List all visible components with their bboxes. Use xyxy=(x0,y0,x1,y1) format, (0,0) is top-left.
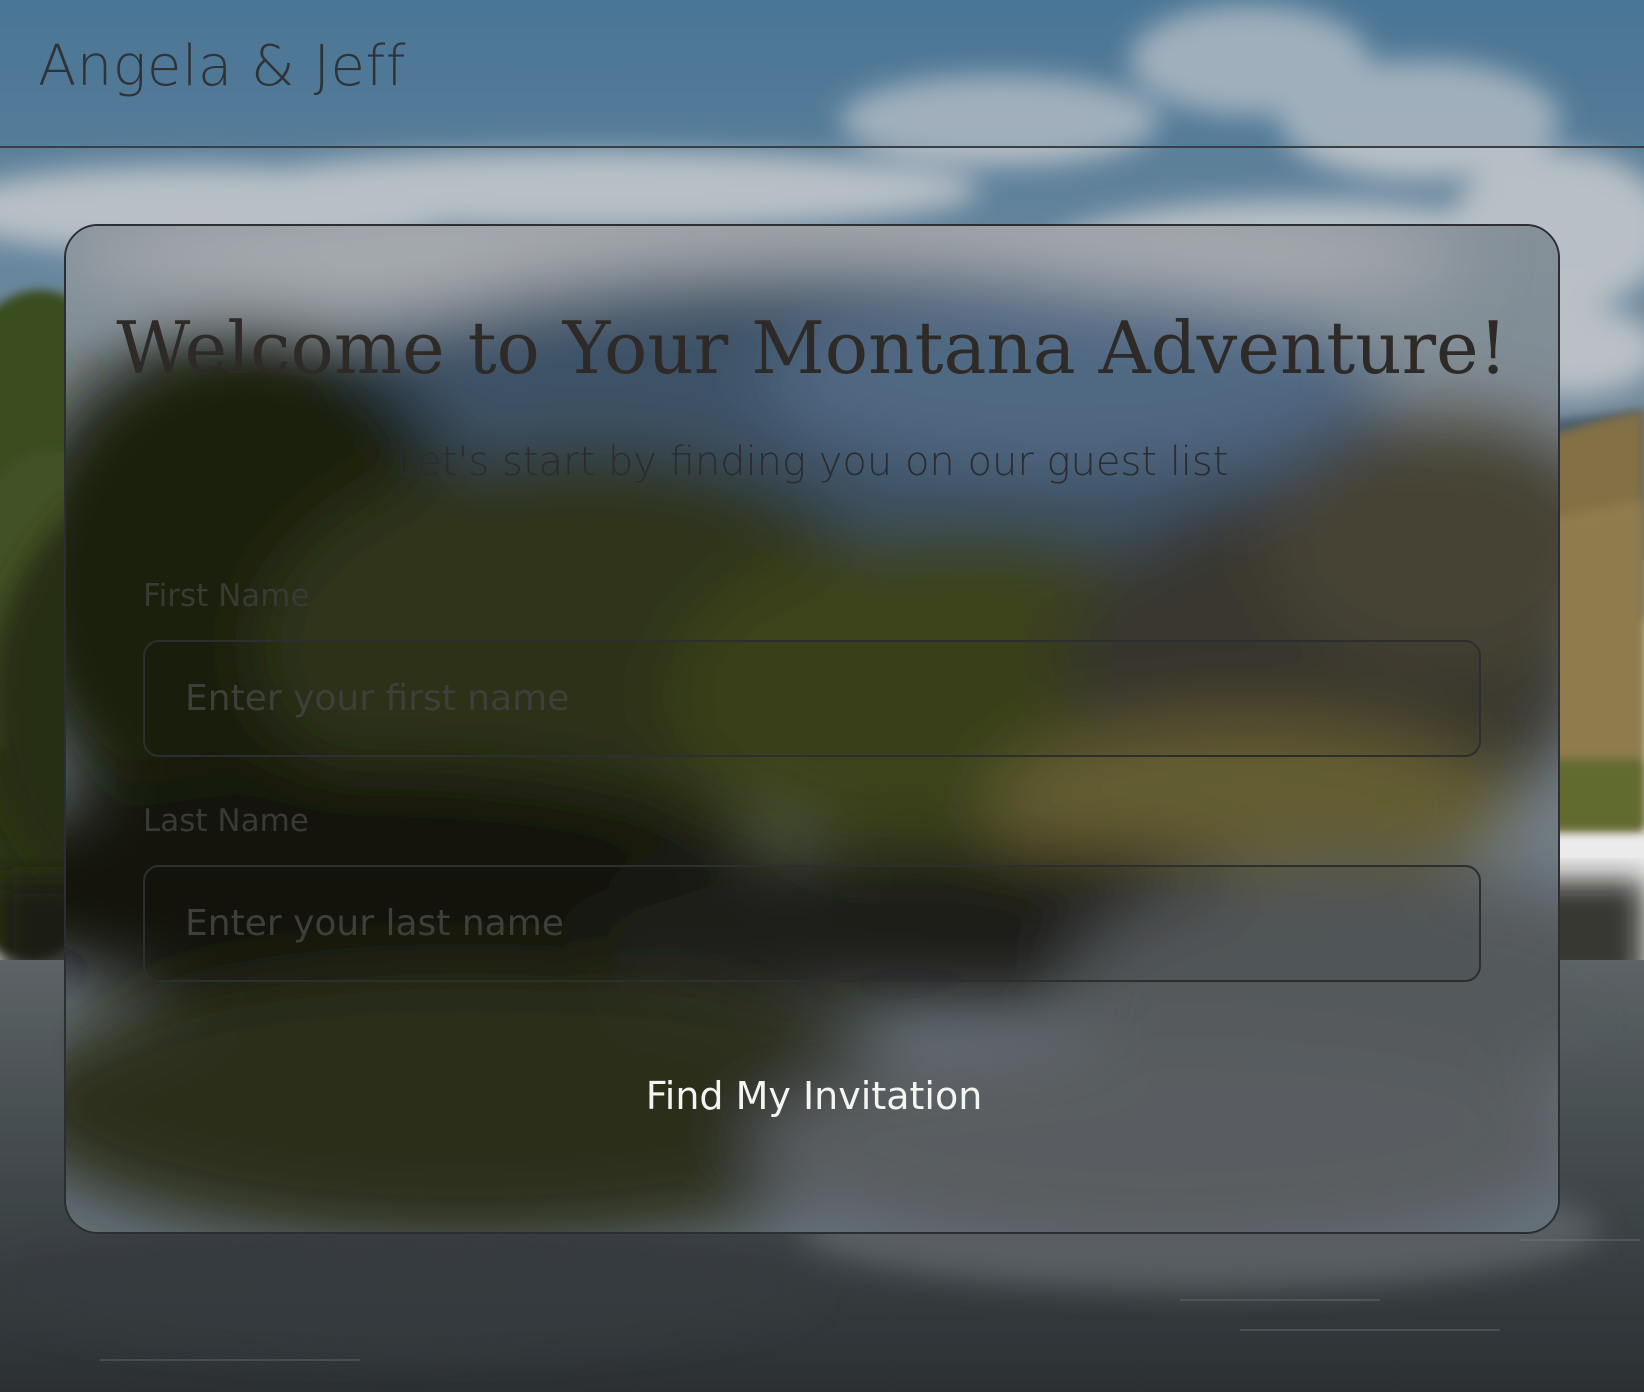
page-subtitle: Let's start by finding you on our guest … xyxy=(395,439,1229,485)
page-title: Welcome to Your Montana Adventure! xyxy=(116,306,1508,390)
last-name-input[interactable] xyxy=(143,865,1481,982)
site-brand-title[interactable]: Angela & Jeff xyxy=(38,34,406,99)
last-name-label: Last Name xyxy=(143,803,309,839)
card-content: Welcome to Your Montana Adventure! Let's… xyxy=(66,226,1558,1232)
find-invitation-button[interactable]: Find My Invitation xyxy=(614,1056,1014,1136)
first-name-label: First Name xyxy=(143,578,310,614)
site-header: Angela & Jeff xyxy=(0,0,1644,148)
first-name-input[interactable] xyxy=(143,640,1481,757)
guest-lookup-card: Welcome to Your Montana Adventure! Let's… xyxy=(64,224,1560,1234)
